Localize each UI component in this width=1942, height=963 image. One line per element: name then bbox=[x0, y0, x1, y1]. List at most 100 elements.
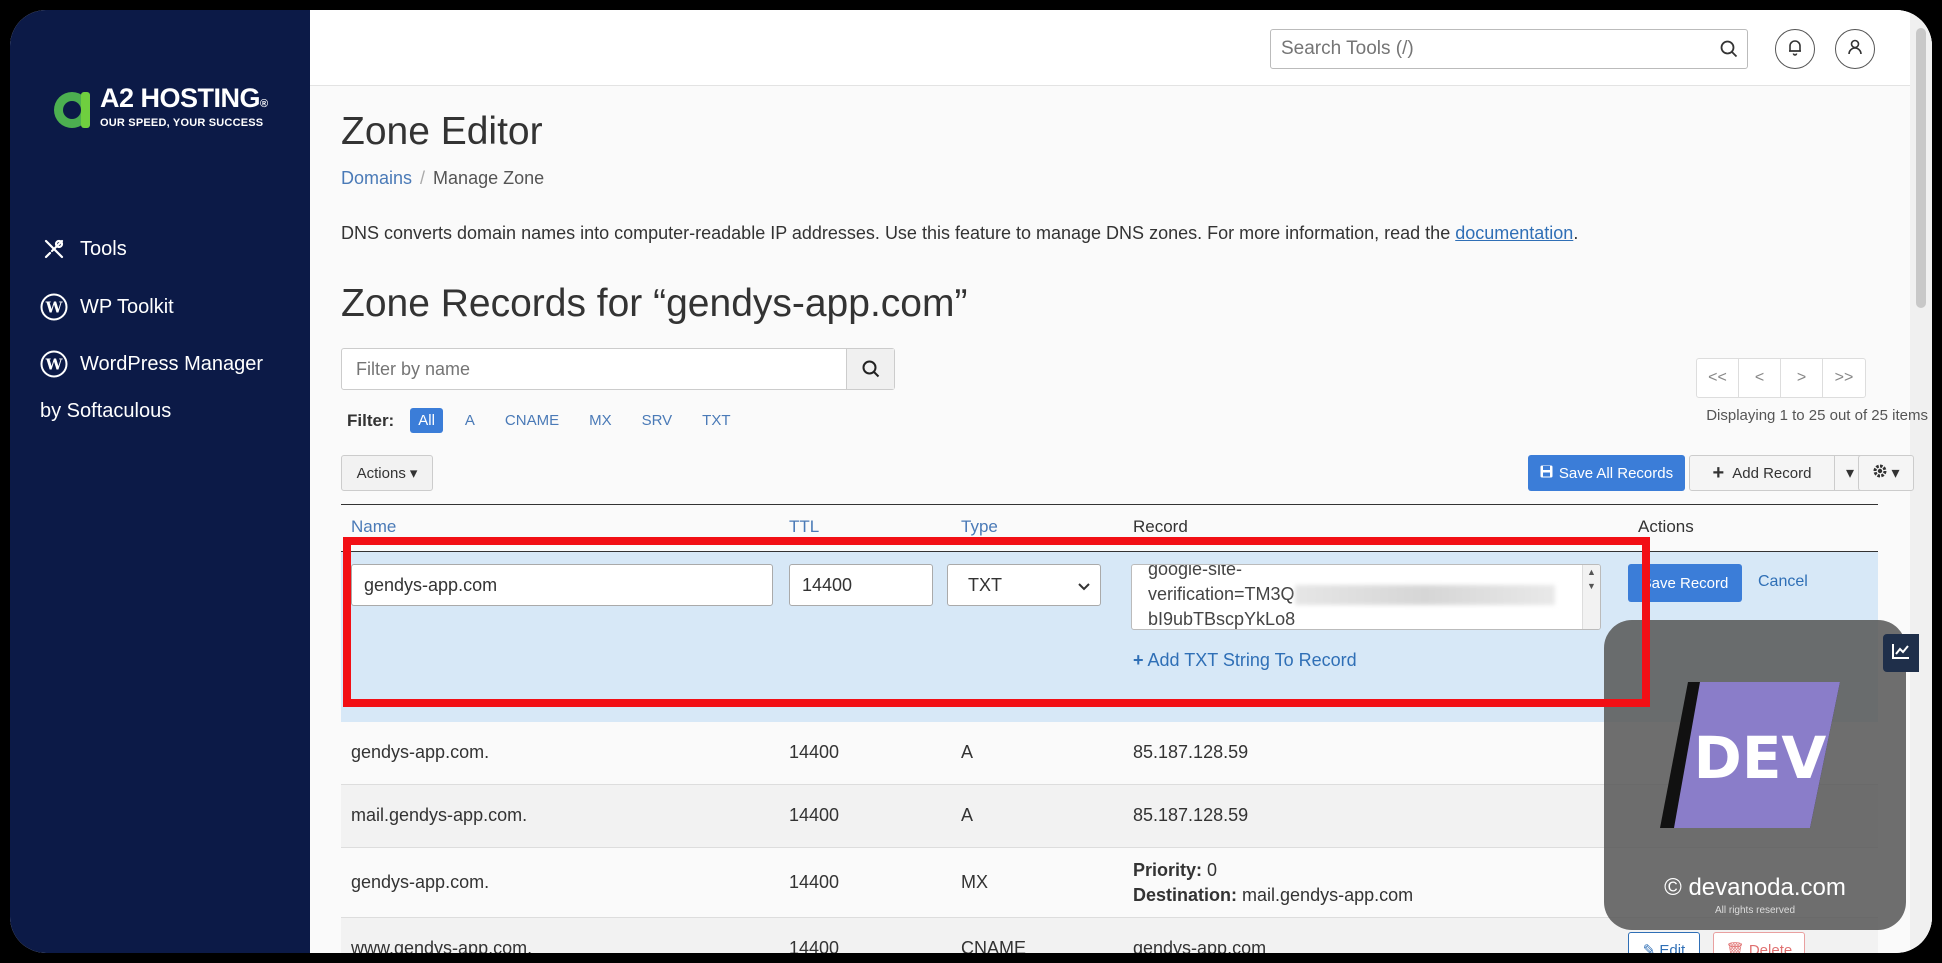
redacted-blur bbox=[1294, 585, 1555, 606]
pager-first-button[interactable]: << bbox=[1697, 359, 1739, 397]
brand-name: A2 HOSTING® bbox=[100, 83, 268, 113]
scrollbar-thumb[interactable] bbox=[1916, 28, 1926, 308]
column-header-type[interactable]: Type bbox=[961, 517, 998, 537]
record-type-select[interactable]: TXT bbox=[947, 564, 1101, 606]
filter-input[interactable] bbox=[342, 349, 846, 389]
caret-down-icon: ▾ bbox=[1891, 465, 1900, 482]
brand-logo[interactable]: A2 HOSTING® OUR SPEED, YOUR SUCCESS bbox=[50, 84, 268, 130]
sidebar-item-label: WordPress Manager bbox=[80, 353, 264, 375]
pager-last-button[interactable]: >> bbox=[1823, 359, 1865, 397]
delete-label: Delete bbox=[1748, 941, 1793, 954]
save-record-button[interactable]: Save Record bbox=[1628, 564, 1742, 602]
record-name-input[interactable] bbox=[351, 564, 773, 606]
actions-dropdown-button[interactable]: Actions ▾ bbox=[341, 455, 433, 491]
sidebar-item-wp-toolkit[interactable]: W WP Toolkit bbox=[40, 278, 300, 336]
pagination: << < > >> bbox=[1696, 358, 1866, 398]
analytics-tab-button[interactable] bbox=[1883, 634, 1919, 672]
add-record-button[interactable]: + Add Record bbox=[1690, 456, 1835, 490]
row-ttl: 14400 bbox=[789, 872, 840, 892]
row-name: mail.gendys-app.com. bbox=[351, 805, 528, 825]
search-tools-input[interactable] bbox=[1271, 38, 1711, 60]
save-all-label: Save All Records bbox=[1558, 464, 1674, 482]
sidebar-item-tools[interactable]: Tools bbox=[40, 220, 300, 278]
filter-by-name bbox=[341, 348, 895, 390]
row-record: 85.187.128.59 bbox=[1133, 742, 1249, 762]
brand-tagline: OUR SPEED, YOUR SUCCESS bbox=[100, 117, 264, 129]
row-ttl: 14400 bbox=[789, 938, 840, 953]
search-icon[interactable] bbox=[1711, 40, 1747, 58]
filter-label: Filter: bbox=[347, 410, 395, 430]
row-record: gendys-app.com bbox=[1133, 938, 1267, 953]
search-icon bbox=[862, 360, 879, 378]
app-window: A2 HOSTING® OUR SPEED, YOUR SUCCESS Tool… bbox=[10, 10, 1932, 953]
filter-chip-txt[interactable]: TXT bbox=[694, 408, 738, 433]
cancel-link[interactable]: Cancel bbox=[1758, 573, 1808, 591]
save-all-records-button[interactable]: Save All Records bbox=[1528, 455, 1685, 491]
sidebar-nav: Tools W WP Toolkit W WordPress Manager b… bbox=[40, 220, 300, 423]
row-name: www.gendys-app.com. bbox=[351, 938, 533, 953]
watermark-text: DEV bbox=[1694, 724, 1827, 792]
row-name: gendys-app.com. bbox=[351, 742, 490, 762]
column-header-ttl[interactable]: TTL bbox=[789, 517, 819, 537]
column-header-name[interactable]: Name bbox=[351, 517, 396, 537]
table-header: Name TTL Type Record Actions bbox=[341, 504, 1878, 552]
user-menu-button[interactable] bbox=[1835, 29, 1875, 69]
filter-chip-cname[interactable]: CNAME bbox=[497, 408, 567, 433]
delete-button[interactable]: 🗑 Delete bbox=[1713, 932, 1805, 953]
page-description: DNS converts domain names into computer-… bbox=[341, 223, 1578, 244]
watermark-rights: All rights reserved bbox=[1714, 905, 1796, 916]
bell-icon bbox=[1786, 38, 1804, 61]
row-type: A bbox=[961, 742, 974, 762]
description-end: . bbox=[1573, 223, 1579, 243]
txt-record-line: bI9ubTBscpYkLo8 bbox=[1148, 609, 1296, 629]
add-record-group: + Add Record ▾ bbox=[1689, 455, 1866, 491]
dev-logo: DEV bbox=[1660, 682, 1840, 828]
row-type: A bbox=[961, 805, 974, 825]
type-filter: Filter: All A CNAME MX SRV TXT bbox=[347, 408, 753, 433]
svg-text:W: W bbox=[45, 299, 64, 317]
documentation-link[interactable]: documentation bbox=[1455, 223, 1573, 243]
gear-icon bbox=[1872, 463, 1888, 484]
sidebar-item-sublabel: by Softaculous bbox=[40, 400, 172, 422]
page-title: Zone Editor bbox=[341, 110, 543, 153]
filter-chip-srv[interactable]: SRV bbox=[634, 408, 681, 433]
top-bar bbox=[310, 10, 1910, 86]
row-ttl: 14400 bbox=[789, 805, 840, 825]
pager-next-button[interactable]: > bbox=[1781, 359, 1823, 397]
txt-record-value: verification=TM3Q bbox=[1148, 584, 1295, 604]
a2-logo-mark bbox=[50, 84, 94, 130]
edit-button[interactable]: ✎ Edit bbox=[1628, 932, 1700, 953]
breadcrumb-domains-link[interactable]: Domains bbox=[341, 168, 412, 188]
filter-chip-all[interactable]: All bbox=[410, 408, 443, 433]
priority-label: Priority: bbox=[1133, 860, 1203, 880]
actions-label: Actions bbox=[356, 464, 406, 482]
settings-dropdown-button[interactable]: ▾ bbox=[1858, 455, 1914, 491]
notifications-button[interactable] bbox=[1775, 29, 1815, 69]
column-header-actions: Actions bbox=[1638, 517, 1694, 536]
wordpress-icon: W bbox=[40, 350, 68, 378]
record-ttl-input[interactable] bbox=[789, 564, 933, 606]
tools-icon bbox=[40, 235, 68, 263]
sidebar: A2 HOSTING® OUR SPEED, YOUR SUCCESS Tool… bbox=[10, 10, 310, 953]
filter-chip-a[interactable]: A bbox=[457, 408, 483, 433]
sidebar-item-wordpress-manager[interactable]: W WordPress Manager by Softaculous bbox=[40, 336, 300, 423]
pager-prev-button[interactable]: < bbox=[1739, 359, 1781, 397]
zone-records-title: Zone Records for “gendys-app.com” bbox=[341, 282, 968, 325]
destination-label: Destination: bbox=[1133, 885, 1238, 905]
filter-chip-mx[interactable]: MX bbox=[581, 408, 620, 433]
breadcrumb: Domains / Manage Zone bbox=[341, 168, 544, 189]
row-type: CNAME bbox=[961, 938, 1027, 953]
watermark: DEV © devanoda.com All rights reserved bbox=[1604, 620, 1906, 930]
txt-record-textarea[interactable]: google-site- verification=TM3Q bI9ubTBsc… bbox=[1131, 564, 1601, 630]
add-txt-string-link[interactable]: + Add TXT String To Record bbox=[1133, 650, 1357, 671]
save-icon bbox=[1540, 465, 1553, 482]
textarea-scrollbar[interactable]: ▲ ▼ bbox=[1582, 565, 1600, 629]
txt-record-line: verification=TM3Q bbox=[1148, 582, 1584, 607]
plus-icon: + bbox=[1712, 461, 1725, 484]
sidebar-item-label: Tools bbox=[80, 237, 127, 260]
row-record: Priority: 0 Destination: mail.gendys-app… bbox=[1133, 858, 1413, 908]
chart-icon bbox=[1892, 643, 1910, 664]
filter-search-button[interactable] bbox=[846, 349, 894, 389]
breadcrumb-separator: / bbox=[420, 168, 426, 188]
row-type: MX bbox=[961, 872, 988, 892]
